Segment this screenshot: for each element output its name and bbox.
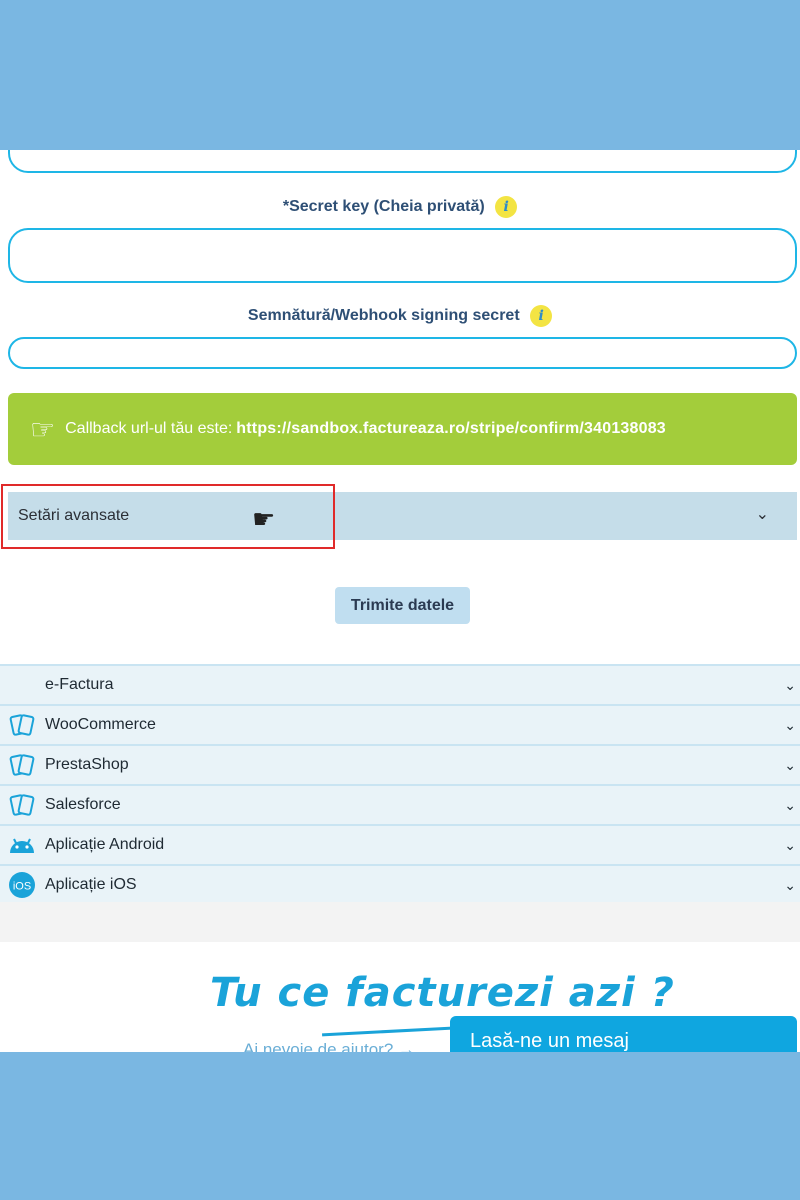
chat-label: Lasă-ne un mesaj (470, 1030, 629, 1052)
integration-row-woocommerce[interactable]: WooCommerce ⌄ (0, 704, 800, 744)
plugin-icon (8, 711, 36, 739)
secret-key-input[interactable] (8, 228, 797, 283)
chevron-down-icon: ⌄ (784, 876, 796, 893)
integration-label: Salesforce (45, 796, 121, 813)
integrations-list: e-Factura ⌄ WooCommerce ⌄ PrestaShop ⌄ S… (0, 664, 800, 902)
footer-spacer (0, 902, 800, 942)
chevron-down-icon: ⌄ (755, 506, 769, 523)
hand-cursor-icon: ☛ (252, 505, 276, 535)
integration-row-salesforce[interactable]: Salesforce ⌄ (0, 784, 800, 824)
integration-label: Aplicație Android (45, 836, 165, 853)
callback-prefix: Callback url-ul tău este: (65, 420, 233, 437)
webhook-secret-label: Semnătură/Webhook signing secret i (0, 305, 800, 327)
callback-banner: ☞ Callback url-ul tău este: https://sand… (8, 393, 797, 465)
callback-url: https://sandbox.factureaza.ro/stripe/con… (236, 420, 666, 437)
android-icon (8, 831, 36, 859)
ios-icon: iOS (8, 871, 36, 899)
chevron-down-icon: ⌄ (784, 716, 796, 733)
settings-screen: *Secret key (Cheia privată) i Semnătură/… (0, 150, 800, 1052)
integration-label: Aplicație iOS (45, 876, 137, 893)
secret-key-label: *Secret key (Cheia privată) i (0, 196, 800, 218)
chevron-down-icon: ⌄ (784, 836, 796, 853)
integration-label: e-Factura (45, 676, 114, 693)
svg-text:iOS: iOS (13, 881, 31, 893)
integration-row-android[interactable]: Aplicație Android ⌄ (0, 824, 800, 864)
chevron-down-icon: ⌄ (784, 796, 796, 813)
public-key-input[interactable] (8, 150, 797, 173)
pointing-hand-icon: ☞ (30, 413, 56, 445)
chevron-down-icon: ⌄ (784, 676, 796, 693)
chevron-down-icon: ⌄ (784, 756, 796, 773)
integration-row-efactura[interactable]: e-Factura ⌄ (0, 664, 800, 704)
info-icon[interactable]: i (495, 196, 518, 218)
help-link[interactable]: Ai nevoie de ajutor? → (243, 1040, 415, 1052)
chat-widget[interactable]: Lasă-ne un mesaj (450, 1016, 797, 1052)
submit-button[interactable]: Trimite datele (335, 587, 470, 624)
webhook-secret-input[interactable] (8, 337, 797, 369)
integration-row-ios[interactable]: iOS Aplicație iOS ⌄ (0, 864, 800, 904)
plugin-icon (8, 791, 36, 819)
integration-label: PrestaShop (45, 756, 129, 773)
integration-row-prestashop[interactable]: PrestaShop ⌄ (0, 744, 800, 784)
plugin-icon (8, 751, 36, 779)
info-icon[interactable]: i (530, 305, 553, 327)
webhook-secret-label-text: Semnătură/Webhook signing secret (247, 307, 520, 325)
tagline: Tu ce facturezi azi ? (210, 970, 675, 1016)
secret-key-label-text: Secret key (Cheia privată) (289, 198, 485, 216)
highlight-box (1, 484, 335, 549)
integration-label: WooCommerce (45, 716, 156, 733)
